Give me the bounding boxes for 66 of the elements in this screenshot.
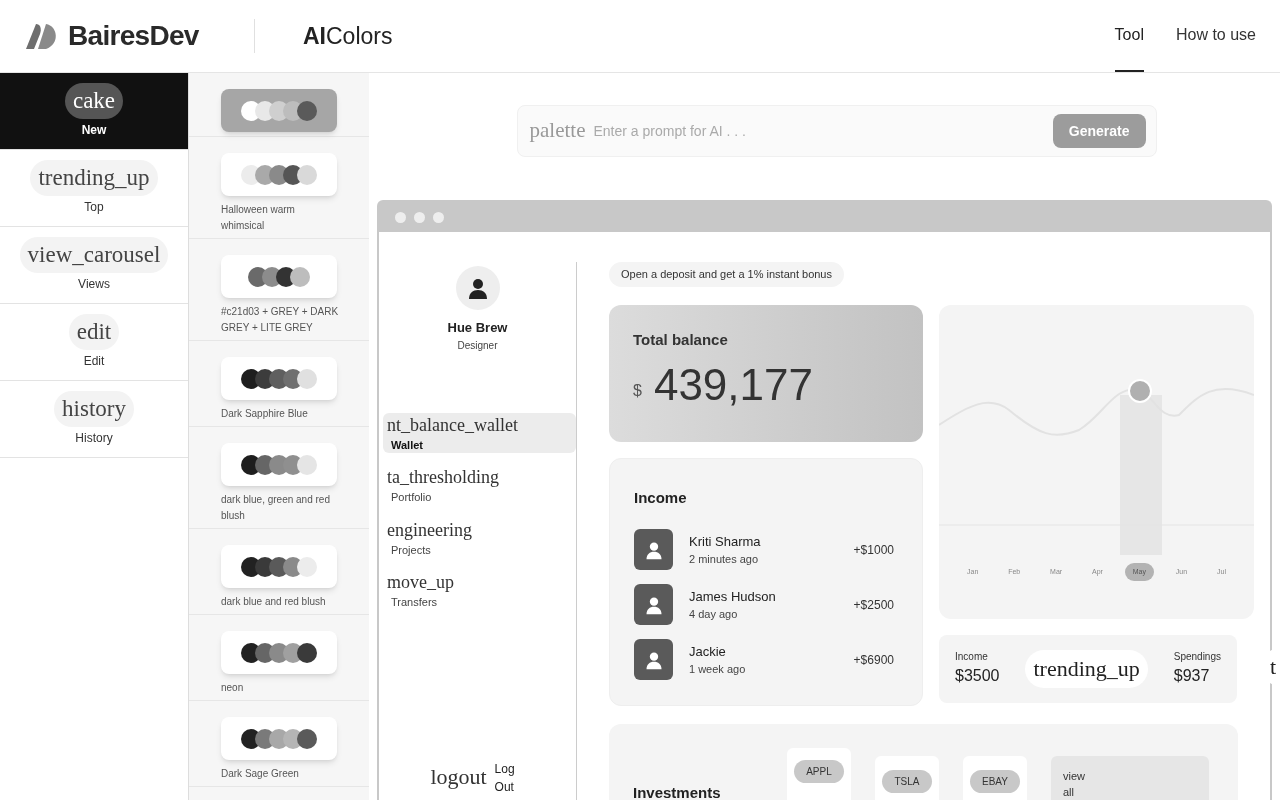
view-all-button[interactable]: view all [1051,755,1209,800]
stock-card[interactable]: APPL [787,747,851,800]
nav-label: Transfers [390,595,439,610]
currency-symbol: $ [633,381,642,401]
ticker-badge: APPL [794,759,844,783]
icon-label: edit [68,314,120,350]
sidebar-label: Views [78,276,110,293]
palette-name: Halloween warm whimsical [221,203,296,233]
stat-label: Income [955,650,989,664]
preview-nav-item[interactable]: move_up Transfers [383,570,576,611]
icon-label: view_carousel [19,237,169,273]
palette-name: neon [221,681,245,695]
sidebar-item[interactable]: cake New [0,73,188,150]
ticker-badge: TSLA [882,769,932,793]
preview-nav-item[interactable]: nt_balance_wallet Wallet [383,412,576,453]
payment-time: 1 week ago [689,662,747,677]
investments-title: Investments [633,782,722,800]
app-name: AIColors [303,21,393,51]
icon-label: trending_up [1025,649,1148,688]
profile-role: Designer [457,338,498,353]
preview-nav-item[interactable]: engineering Projects [383,517,576,558]
nav-tab[interactable]: Tool [1114,0,1144,72]
payment-amount: +$1000 [853,541,894,559]
payment-amount: +$2500 [853,596,894,614]
brand-name: BairesDev [68,19,199,53]
payer-name: Jackie [689,642,727,661]
stat-value: $3500 [955,666,1000,686]
sidebar-label: Edit [83,353,105,370]
stock-card[interactable]: EBAY [963,755,1027,800]
palette-name: dark blue and red blush [221,595,327,609]
payment-amount: +$6900 [853,651,894,669]
income-title: Income [634,487,688,508]
icon-label: move_up [387,571,455,594]
icon-label: ta_thresholding [387,466,500,489]
balance-amount: 439,177 [653,363,813,407]
sidebar-label: New [81,122,107,139]
sidebar-label: Top [84,199,104,216]
payer-name: James Hudson [689,587,777,606]
icon-label: cake [64,83,124,119]
promo-badge: Open a deposit and get a 1% instant bonus [609,262,844,287]
payment-time: 4 day ago [689,607,739,622]
palette-name: Dark Sage Green [221,767,300,781]
nav-label: Portfolio [390,490,433,505]
icon-label: trending_up [30,160,158,196]
logout-link[interactable]: Log Out [494,760,525,796]
icon-label: nt_balance_wallet [387,413,519,437]
nav-label: Projects [390,542,432,558]
payer-name: Kriti Sharma [689,532,762,551]
profile-name: Hue Brew [447,319,508,337]
stock-card[interactable]: TSLA [875,755,939,800]
palette-name: dark blue, green and red blush [221,493,331,523]
stat-label: Spendings [1173,650,1221,664]
stat-value: $937 [1173,666,1211,686]
icon-label: logout [430,763,487,791]
nav-tab[interactable]: How to use [1175,0,1256,72]
palette-icon-label: palette [529,117,586,145]
ticker-badge: EBAY [970,769,1020,793]
preview-nav-item[interactable]: ta_thresholding Portfolio [383,465,576,506]
balance-title: Total balance [633,329,729,350]
icon-label: history [54,391,134,427]
palette-name: Dark Sapphire Blue [221,407,309,421]
payment-time: 2 minutes ago [689,552,760,567]
icon-label: engineering [387,518,473,542]
palette-name: #c21d03 + GREY + DARK GREY + LITE GREY [221,305,340,335]
nav-label: Wallet [390,437,424,453]
sidebar-label: History [75,430,113,447]
